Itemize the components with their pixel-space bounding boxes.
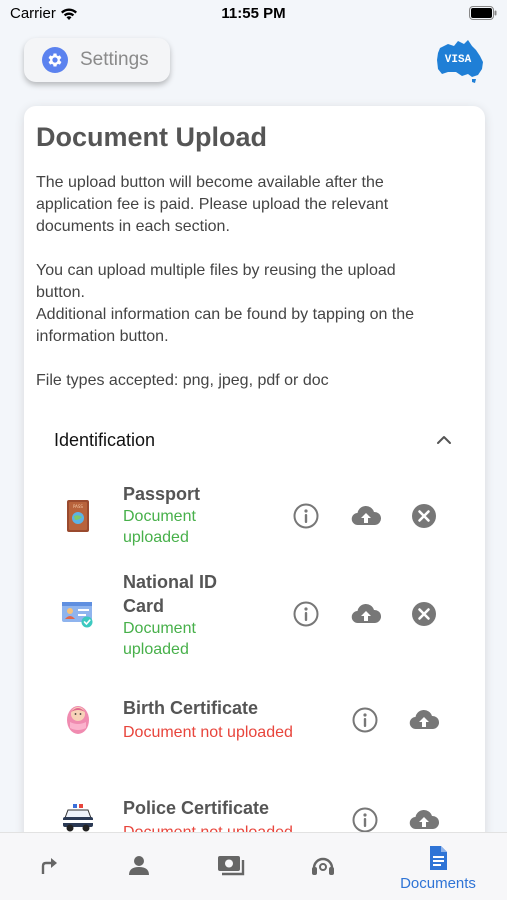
remove-icon[interactable] [410, 502, 438, 530]
status-line: uploaded [123, 529, 189, 546]
settings-label: Settings [80, 49, 149, 70]
info-icon[interactable] [351, 706, 379, 734]
document-upload-card: Document Upload The upload button will b… [24, 106, 485, 846]
status-line: uploaded [123, 641, 189, 658]
document-status: Document not uploaded [123, 724, 293, 741]
document-status: Document uploaded [123, 618, 196, 660]
money-icon [218, 856, 245, 876]
tab-payments[interactable] [186, 833, 276, 900]
name-line: National ID [123, 572, 218, 592]
name-line: Card [123, 596, 165, 616]
text-line: application fee is paid. Please upload t… [36, 196, 389, 213]
police-car-icon [63, 804, 93, 832]
turn-arrow-icon [41, 858, 57, 874]
instructions-paragraph-2: You can upload multiple files by reusing… [36, 260, 466, 348]
document-row-national-id: National ID Card Document uploaded [24, 570, 485, 666]
file-types-text: File types accepted: png, jpeg, pdf or d… [36, 372, 329, 389]
section-title: Identification [54, 429, 156, 450]
bottom-tab-bar: Documents [0, 832, 507, 900]
clock: 11:55 PM [221, 5, 286, 22]
document-name: National ID Card [123, 570, 217, 618]
document-status: Document uploaded [123, 506, 196, 548]
text-line: Additional information can be found by t… [36, 306, 415, 323]
baby-icon [67, 706, 89, 734]
cloud-upload-icon[interactable] [408, 806, 440, 834]
person-icon [129, 856, 149, 875]
id-card-icon [62, 602, 93, 628]
gear-icon [42, 47, 68, 73]
document-name: Passport [123, 484, 201, 504]
cloud-upload-icon[interactable] [408, 706, 440, 734]
tab-documents[interactable]: Documents [393, 833, 483, 900]
text-line: button. [36, 284, 85, 301]
passport-icon: PASS [67, 500, 89, 532]
text-line: The upload button will become available … [36, 174, 384, 191]
info-icon[interactable] [292, 600, 320, 628]
text-line: You can upload multiple files by reusing… [36, 262, 396, 279]
cloud-upload-icon[interactable] [350, 502, 382, 530]
status-line: Document [123, 508, 196, 525]
document-row-passport: PASS Passport Document uploaded [24, 482, 485, 552]
chevron-up-icon [437, 436, 451, 444]
tab-support[interactable] [278, 833, 368, 900]
identification-section-header[interactable]: Identification [54, 426, 454, 454]
text-line: information button. [36, 328, 169, 345]
document-row-birth-certificate: Birth Certificate Document not uploaded [24, 696, 485, 756]
status-line: Document [123, 620, 196, 637]
headset-icon [312, 857, 334, 875]
tab-label: Documents [400, 875, 476, 892]
document-name: Police Certificate [123, 798, 270, 818]
page-title: Document Upload [36, 122, 268, 152]
text-line: documents in each section. [36, 218, 230, 235]
cloud-upload-icon[interactable] [350, 600, 382, 628]
document-name: Birth Certificate [123, 698, 259, 718]
settings-button[interactable]: Settings [24, 38, 170, 82]
logo-text: VISA [445, 54, 472, 66]
tab-profile[interactable] [94, 833, 184, 900]
tab-route[interactable] [4, 833, 94, 900]
info-icon[interactable] [351, 806, 379, 834]
remove-icon[interactable] [410, 600, 438, 628]
svg-text:PASS: PASS [73, 504, 83, 509]
document-icon [430, 846, 447, 870]
instructions-paragraph-1: The upload button will become available … [36, 172, 466, 238]
info-icon[interactable] [292, 502, 320, 530]
visa-australia-logo: VISA [437, 40, 483, 83]
battery-icon [469, 6, 497, 20]
status-bar: Carrier 11:55 PM [0, 0, 507, 30]
